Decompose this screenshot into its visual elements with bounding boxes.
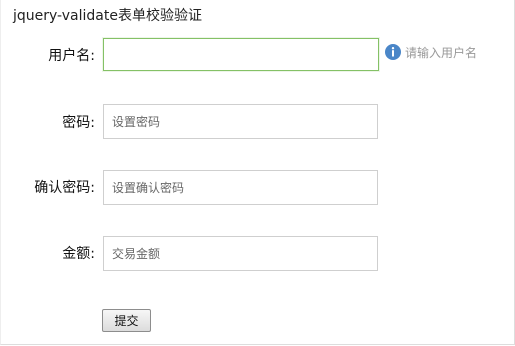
password-label: 密码:	[62, 115, 95, 131]
username-label: 用户名:	[48, 48, 95, 64]
password-input[interactable]	[103, 104, 378, 139]
confirm-password-input[interactable]	[103, 170, 378, 205]
submit-button[interactable]: 提交	[102, 309, 151, 332]
amount-label: 金额:	[62, 246, 95, 262]
info-icon	[385, 44, 401, 60]
confirm-password-label: 确认密码:	[34, 180, 95, 196]
username-hint-text: 请输入用户名	[405, 45, 478, 60]
username-hint: 请输入用户名	[385, 43, 477, 61]
amount-input[interactable]	[103, 236, 378, 271]
username-input[interactable]	[103, 38, 379, 71]
page-title: jquery-validate表单校验验证	[13, 8, 202, 24]
